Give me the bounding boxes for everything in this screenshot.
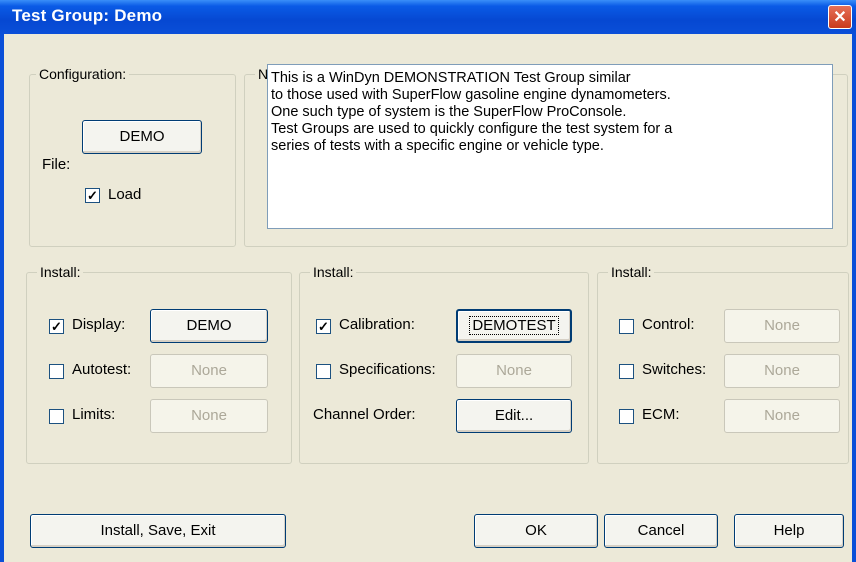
close-icon[interactable]: ✕ xyxy=(828,5,852,29)
switches-label: Switches: xyxy=(642,361,707,378)
notes-line: to those used with SuperFlow gasoline en… xyxy=(271,87,671,103)
autotest-checkbox[interactable] xyxy=(49,364,64,379)
window-title: Test Group: Demo xyxy=(12,6,163,25)
limits-button[interactable]: None xyxy=(150,399,268,433)
specifications-label: Specifications: xyxy=(339,361,436,378)
display-button[interactable]: DEMO xyxy=(150,309,268,343)
install-save-exit-button[interactable]: Install, Save, Exit xyxy=(30,514,286,548)
autotest-button[interactable]: None xyxy=(150,354,268,388)
specifications-checkbox[interactable] xyxy=(316,364,331,379)
cancel-button[interactable]: Cancel xyxy=(604,514,718,548)
install-mid-legend: Install: xyxy=(310,264,357,280)
notes-line: series of tests with a specific engine o… xyxy=(271,138,604,154)
dialog-body: Configuration: File: DEMO ✓ Load Notes: … xyxy=(4,34,852,562)
switches-button[interactable]: None xyxy=(724,354,840,388)
ecm-checkbox[interactable] xyxy=(619,409,634,424)
file-label: File: xyxy=(42,156,71,173)
file-button[interactable]: DEMO xyxy=(82,120,202,154)
title-bar[interactable]: Test Group: Demo ✕ xyxy=(0,0,856,34)
channel-order-edit-button[interactable]: Edit... xyxy=(456,399,572,433)
specifications-button[interactable]: None xyxy=(456,354,572,388)
autotest-label: Autotest: xyxy=(72,361,132,378)
switches-checkbox[interactable] xyxy=(619,364,634,379)
load-checkbox[interactable]: ✓ xyxy=(85,188,100,203)
display-checkbox[interactable]: ✓ xyxy=(49,319,64,334)
control-checkbox[interactable] xyxy=(619,319,634,334)
calibration-checkbox[interactable]: ✓ xyxy=(316,319,331,334)
channel-order-label: Channel Order: xyxy=(313,406,416,423)
notes-line: This is a WinDyn DEMONSTRATION Test Grou… xyxy=(271,70,631,86)
help-button[interactable]: Help xyxy=(734,514,844,548)
calibration-button[interactable]: DEMOTEST xyxy=(456,309,572,343)
control-label: Control: xyxy=(642,316,695,333)
display-label: Display: xyxy=(72,316,126,333)
ecm-button[interactable]: None xyxy=(724,399,840,433)
limits-label: Limits: xyxy=(72,406,116,423)
install-left-legend: Install: xyxy=(37,264,84,280)
notes-line: One such type of system is the SuperFlow… xyxy=(271,104,627,120)
control-button[interactable]: None xyxy=(724,309,840,343)
ecm-label: ECM: xyxy=(642,406,680,423)
load-label: Load xyxy=(108,186,142,203)
ok-button[interactable]: OK xyxy=(474,514,598,548)
dialog-window: Test Group: Demo ✕ Configuration: File: … xyxy=(0,0,856,562)
install-right-legend: Install: xyxy=(608,264,655,280)
notes-textarea[interactable]: This is a WinDyn DEMONSTRATION Test Grou… xyxy=(267,64,833,229)
limits-checkbox[interactable] xyxy=(49,409,64,424)
notes-line: Test Groups are used to quickly configur… xyxy=(271,121,673,137)
calibration-label: Calibration: xyxy=(339,316,415,333)
configuration-legend: Configuration: xyxy=(36,66,130,82)
